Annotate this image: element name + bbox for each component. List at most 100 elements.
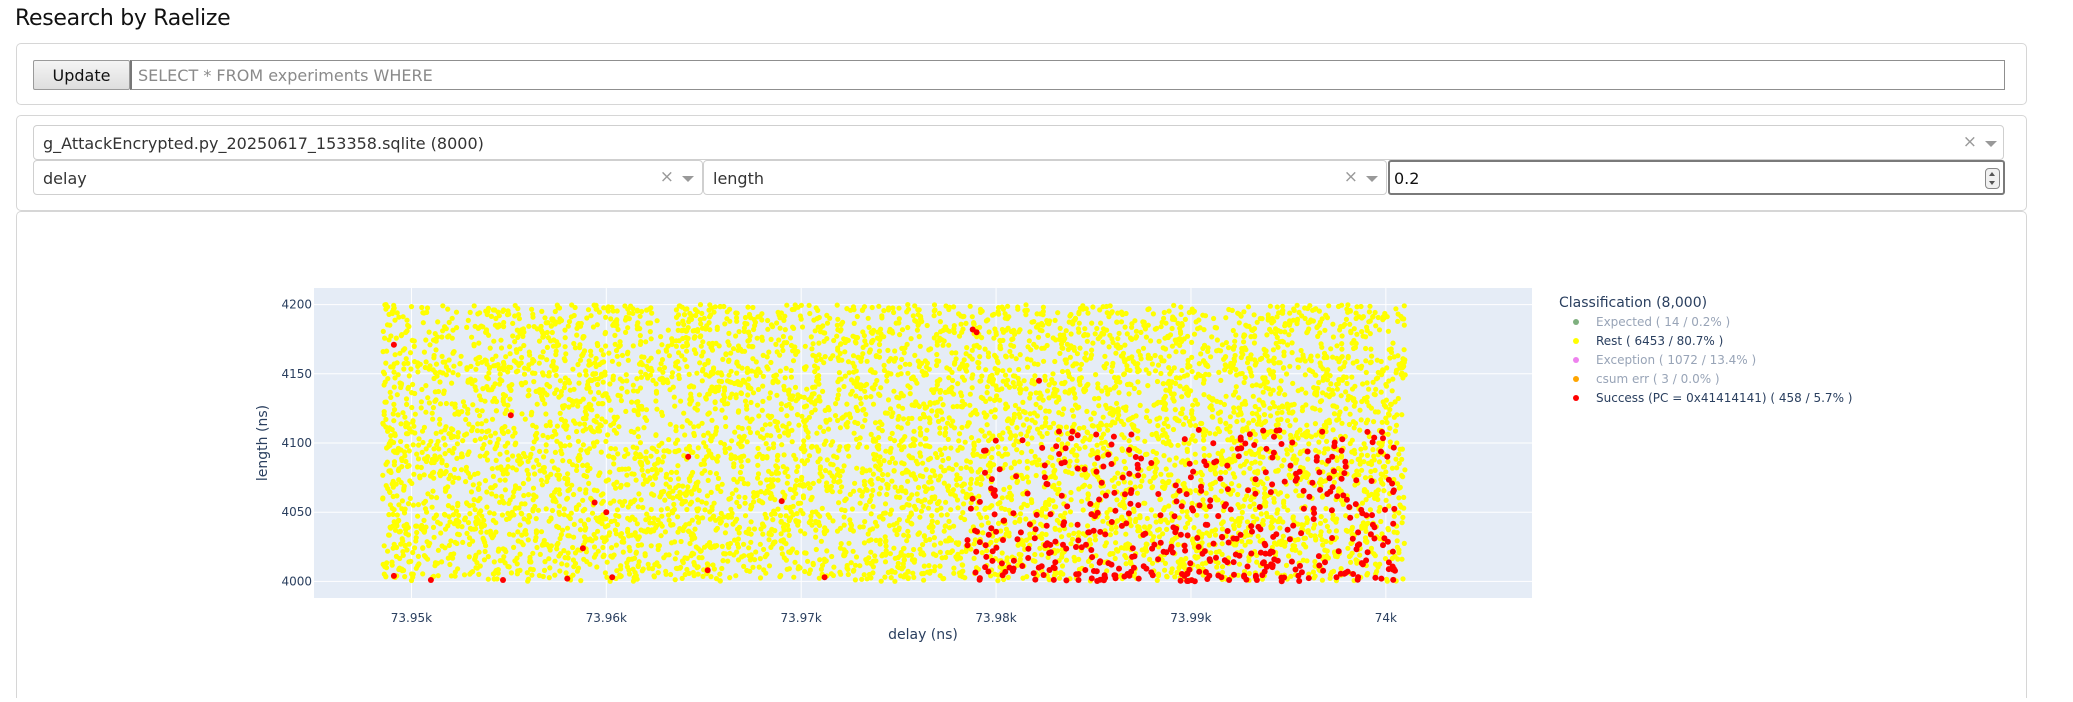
rest-point <box>583 416 589 422</box>
rest-point <box>528 559 534 565</box>
rest-point <box>1133 328 1139 334</box>
rest-point <box>722 415 729 421</box>
rest-point <box>1262 485 1268 492</box>
rest-point <box>502 443 508 449</box>
rest-point <box>796 564 802 570</box>
rest-point <box>1046 395 1052 401</box>
rest-point <box>999 495 1005 501</box>
rest-point <box>1106 344 1112 350</box>
rest-point <box>837 545 844 551</box>
rest-point <box>1027 395 1033 401</box>
rest-point <box>663 348 670 354</box>
rest-point <box>414 529 420 536</box>
rest-point <box>600 352 607 358</box>
rest-point <box>624 482 630 488</box>
rest-point <box>1284 371 1290 377</box>
rest-point <box>969 356 975 362</box>
rest-point <box>671 501 677 507</box>
rest-point <box>1115 470 1121 476</box>
rest-point <box>1400 365 1406 371</box>
rest-point <box>750 564 756 570</box>
rest-point <box>1269 519 1275 525</box>
rest-point <box>1210 414 1216 420</box>
rest-point <box>741 563 747 570</box>
rest-point <box>808 334 814 340</box>
rest-point <box>443 469 449 475</box>
rest-point <box>659 409 665 415</box>
rest-point <box>779 442 785 448</box>
rest-point <box>404 317 410 323</box>
rest-point <box>483 329 489 335</box>
rest-point <box>1273 331 1279 337</box>
rest-point <box>566 319 573 325</box>
rest-point <box>618 482 624 488</box>
rest-point <box>435 573 441 579</box>
rest-point <box>1229 481 1235 487</box>
rest-point <box>673 338 679 344</box>
rest-point <box>792 559 798 565</box>
rest-point <box>722 321 728 327</box>
rest-point <box>867 347 874 353</box>
rest-point <box>481 557 487 563</box>
rest-point <box>949 384 955 391</box>
rest-point <box>910 313 916 319</box>
rest-point <box>545 434 551 440</box>
rest-point <box>1206 372 1212 378</box>
rest-point <box>380 472 386 478</box>
rest-point <box>690 469 696 476</box>
rest-point <box>695 564 701 570</box>
rest-point <box>526 349 532 355</box>
rest-point <box>1384 576 1390 583</box>
rest-point <box>408 304 415 310</box>
rest-point <box>1143 334 1149 340</box>
rest-point <box>760 383 766 389</box>
rest-point <box>1110 360 1116 366</box>
rest-point <box>1334 457 1340 463</box>
rest-point <box>474 560 480 566</box>
rest-point <box>1365 570 1371 577</box>
rest-point <box>391 407 398 413</box>
rest-point <box>511 425 517 431</box>
rest-point <box>676 350 682 356</box>
rest-point <box>801 438 807 444</box>
rest-point <box>785 527 792 533</box>
rest-point <box>1008 342 1014 348</box>
rest-point <box>799 324 806 330</box>
rest-point <box>572 560 579 567</box>
rest-point <box>489 491 495 497</box>
rest-point <box>586 480 592 486</box>
rest-point <box>1046 501 1052 507</box>
rest-point <box>746 545 752 551</box>
rest-point <box>1029 499 1035 506</box>
rest-point <box>1138 329 1144 335</box>
rest-point <box>620 535 627 542</box>
rest-point <box>908 552 915 558</box>
rest-point <box>512 339 518 345</box>
rest-point <box>1141 552 1147 558</box>
rest-point <box>1366 319 1372 325</box>
rest-point <box>534 401 540 407</box>
rest-point <box>517 567 523 574</box>
rest-point <box>931 535 938 541</box>
rest-point <box>861 478 868 484</box>
rest-point <box>1124 381 1131 388</box>
rest-point <box>1026 338 1032 344</box>
rest-point <box>951 391 957 397</box>
rest-point <box>614 568 620 574</box>
rest-point <box>1241 379 1247 386</box>
rest-point <box>1275 467 1281 473</box>
scatter-chart[interactable]: 73.95k 73.96k 73.97k 73.98k 73.99k 74k4000405… <box>0 0 2073 702</box>
rest-point <box>1359 500 1366 506</box>
rest-point <box>1399 370 1405 376</box>
rest-point <box>1085 523 1091 529</box>
rest-point <box>486 364 493 370</box>
rest-point <box>1014 425 1020 431</box>
rest-point <box>719 481 725 487</box>
rest-point <box>1290 409 1296 415</box>
rest-point <box>1170 426 1177 433</box>
rest-point <box>841 463 847 469</box>
rest-point <box>622 498 628 504</box>
rest-point <box>814 365 821 371</box>
rest-point <box>635 320 641 326</box>
rest-point <box>927 536 933 543</box>
